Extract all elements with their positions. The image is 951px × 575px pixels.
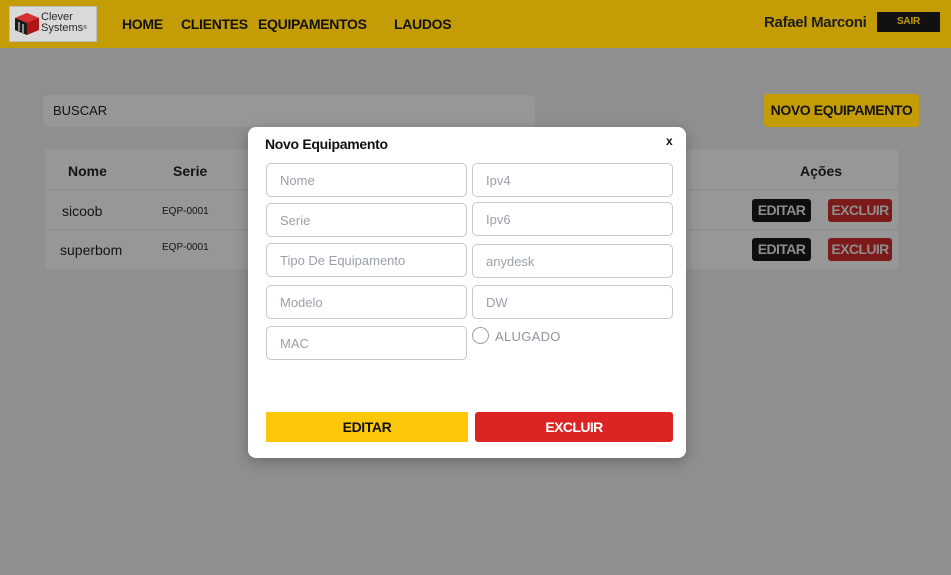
nav-home[interactable]: HOME (122, 16, 163, 32)
nav-laudos[interactable]: LAUDOS (394, 16, 452, 32)
modelo-field[interactable] (266, 285, 467, 319)
user-name: Rafael Marconi (764, 14, 867, 31)
new-equipment-modal: Novo Equipamento x ALUGADO EDITAR EXCLUI… (248, 127, 686, 458)
row-delete-button[interactable]: EXCLUIR (828, 238, 892, 261)
ipv6-field[interactable] (472, 202, 673, 236)
row-nome: superbom (60, 242, 123, 258)
alugado-checkbox[interactable] (472, 327, 489, 344)
row-serie: EQP-0001 (162, 206, 209, 217)
logo-wordmark: Clever Systems® (41, 12, 87, 34)
mac-field[interactable] (266, 326, 467, 360)
row-edit-button[interactable]: EDITAR (752, 199, 811, 222)
nome-field[interactable] (266, 163, 467, 197)
tipo-equipamento-field[interactable] (266, 243, 467, 277)
column-header-serie: Serie (173, 163, 208, 179)
serie-field[interactable] (266, 203, 467, 237)
logout-button[interactable]: SAIR (877, 12, 940, 32)
clever-systems-logo[interactable]: Clever Systems® (9, 6, 97, 42)
ipv4-field[interactable] (472, 163, 673, 197)
search-label: BUSCAR (53, 103, 108, 118)
modal-delete-button[interactable]: EXCLUIR (475, 412, 673, 442)
row-edit-button[interactable]: EDITAR (752, 238, 811, 261)
logo-line-2: Systems (41, 22, 84, 34)
nav-equipamentos[interactable]: EQUIPAMENTOS (258, 16, 367, 32)
search-input[interactable]: BUSCAR (43, 95, 535, 127)
row-serie: EQP-0001 (162, 242, 209, 253)
row-nome: sicoob (62, 203, 103, 219)
column-header-nome: Nome (68, 163, 107, 179)
close-icon[interactable]: x (666, 134, 673, 148)
row-delete-button[interactable]: EXCLUIR (828, 199, 892, 222)
top-navbar: Clever Systems® HOME CLIENTES EQUIPAMENT… (0, 0, 951, 48)
modal-title: Novo Equipamento (265, 136, 388, 152)
new-equipment-button[interactable]: NOVO EQUIPAMENTO (764, 94, 919, 127)
dw-field[interactable] (472, 285, 673, 319)
alugado-label: ALUGADO (495, 329, 561, 344)
column-header-acoes: Ações (800, 163, 843, 179)
logo-registered-mark: ® (83, 25, 87, 31)
anydesk-field[interactable] (472, 244, 673, 278)
modal-edit-button[interactable]: EDITAR (266, 412, 468, 442)
nav-clientes[interactable]: CLIENTES (181, 16, 248, 32)
cube-logo-icon (15, 13, 39, 35)
